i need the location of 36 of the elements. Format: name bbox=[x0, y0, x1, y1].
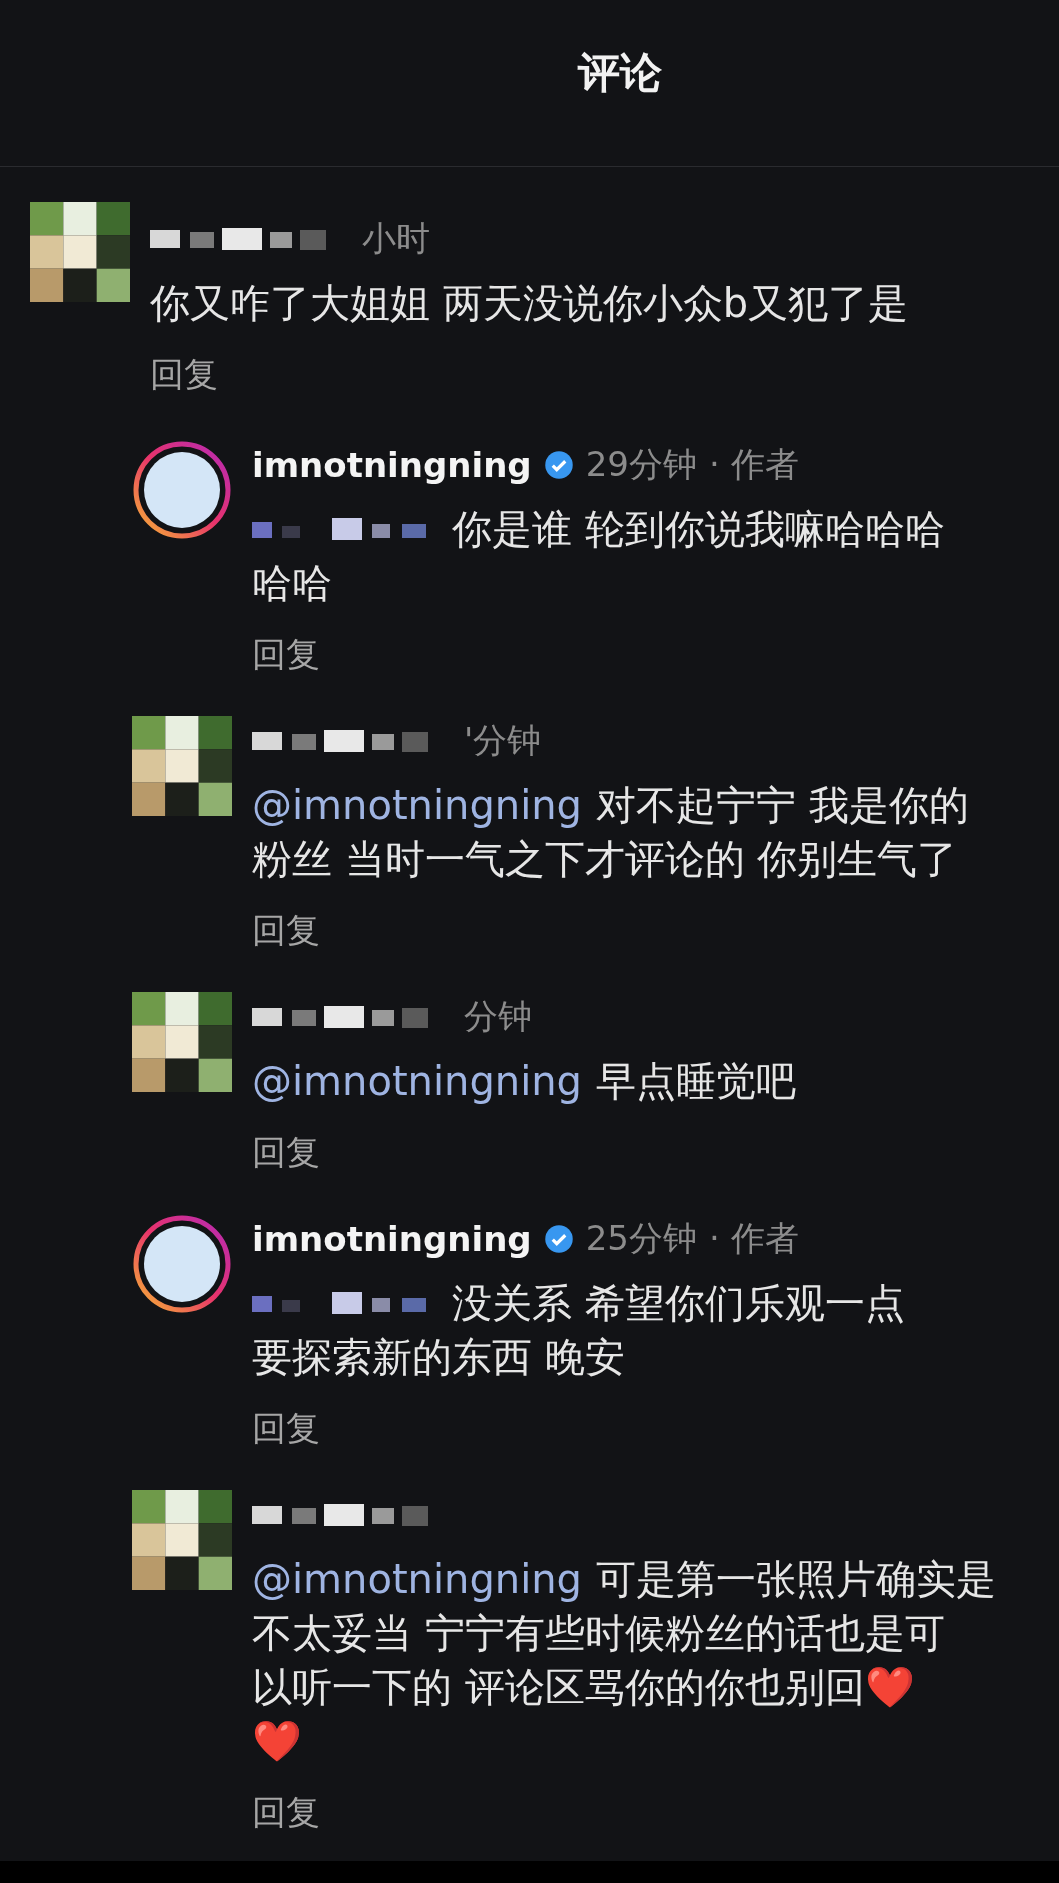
author-label: · 作者 bbox=[708, 1217, 799, 1260]
blurred-avatar[interactable] bbox=[132, 992, 232, 1092]
blurred-avatar[interactable] bbox=[132, 716, 232, 816]
timestamp: '分钟 bbox=[464, 719, 542, 762]
timestamp: 25分钟 bbox=[585, 1217, 697, 1260]
comment-text: 不太妥当 宁宁有些时候粉丝的话也是可 bbox=[252, 1608, 945, 1658]
reply-button[interactable]: 回复 bbox=[252, 908, 320, 948]
mention-link[interactable]: @imnotningning bbox=[252, 782, 582, 828]
comment-text: 早点睡觉吧 bbox=[596, 1056, 796, 1106]
comment-text: 没关系 希望你们乐观一点 bbox=[452, 1278, 905, 1328]
mention-link[interactable]: @imnotningning bbox=[252, 1058, 582, 1104]
reply-button[interactable]: 回复 bbox=[252, 1790, 320, 1830]
timestamp: 小时 bbox=[362, 217, 430, 260]
comment-text: 哈哈 bbox=[252, 558, 332, 608]
author-label: · 作者 bbox=[708, 443, 799, 486]
comment-text: 可是第一张照片确实是 bbox=[596, 1554, 996, 1604]
username[interactable]: imnotningning bbox=[252, 445, 532, 485]
comment-text: 粉丝 当时一气之下才评论的 你别生气了 bbox=[252, 834, 958, 884]
reply-button[interactable]: 回复 bbox=[252, 632, 320, 672]
reply-button[interactable]: 回复 bbox=[252, 1406, 320, 1446]
comment-text: 要探索新的东西 晚安 bbox=[252, 1332, 625, 1382]
comment-text: 你是谁 轮到你说我嘛哈哈哈 bbox=[452, 504, 945, 554]
reply-button[interactable]: 回复 bbox=[252, 1130, 320, 1170]
mention-link[interactable]: @imnotningning bbox=[252, 1556, 582, 1602]
comment-text: 对不起宁宁 我是你的 bbox=[596, 780, 969, 830]
username[interactable]: imnotningning bbox=[252, 1219, 532, 1259]
comment-text: 你又咋了大姐姐 两天没说你小众b又犯了是 bbox=[150, 278, 909, 328]
comment-text: ❤ bbox=[252, 1717, 302, 1765]
timestamp: 分钟 bbox=[464, 995, 532, 1038]
profile-avatar[interactable] bbox=[132, 440, 232, 540]
page-title: 评论 bbox=[577, 47, 662, 99]
reply-button[interactable]: 回复 bbox=[150, 352, 218, 392]
timestamp: 29分钟 bbox=[585, 443, 697, 486]
profile-avatar[interactable] bbox=[132, 1214, 232, 1314]
blurred-avatar[interactable] bbox=[132, 1490, 232, 1590]
comment-text: 以听一下的 评论区骂你的你也别回❤ bbox=[252, 1662, 915, 1712]
